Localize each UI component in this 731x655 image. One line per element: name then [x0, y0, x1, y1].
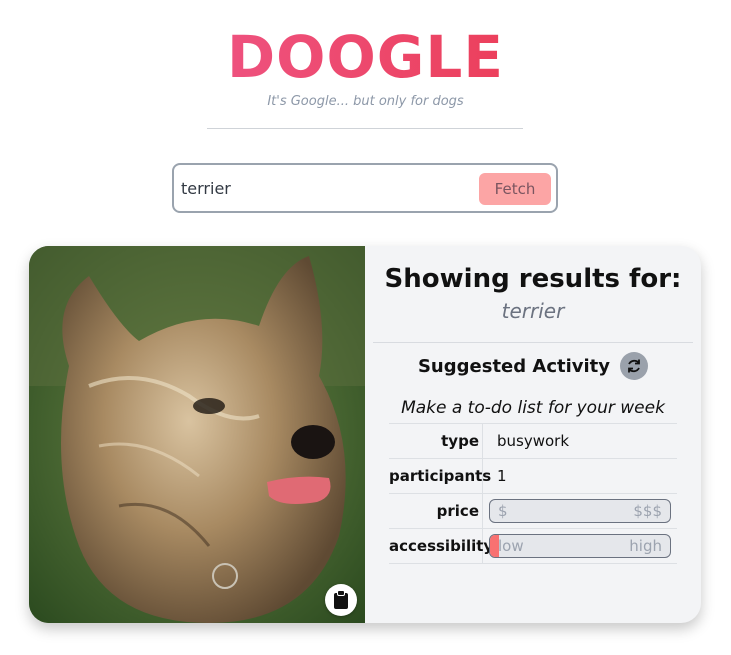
header-divider [207, 128, 523, 129]
refresh-button[interactable] [620, 352, 649, 380]
activity-row-price: price $ $$$ [389, 493, 677, 528]
results-heading: Showing results for: [384, 264, 682, 294]
row-key-type: type [389, 424, 483, 458]
tagline: It's Google... but only for dogs [267, 94, 464, 109]
copy-button[interactable] [325, 584, 357, 616]
activity-header: Suggested Activity [365, 351, 701, 381]
activity-description: Make a to-do list for your week [401, 398, 665, 418]
accessibility-low-label: low [498, 537, 524, 555]
row-value-type: busywork [497, 432, 570, 450]
row-key-price: price [389, 494, 483, 528]
activity-row-type: type busywork [389, 423, 677, 458]
result-info: Showing results for: terrier Suggested A… [365, 246, 701, 623]
price-high-label: $$$ [633, 502, 662, 520]
clipboard-icon [334, 590, 348, 609]
search-input[interactable] [181, 174, 471, 202]
fetch-button[interactable]: Fetch [479, 173, 551, 205]
activity-heading: Suggested Activity [417, 355, 611, 377]
activity-row-participants: participants 1 [389, 458, 677, 493]
refresh-icon [628, 359, 640, 373]
accessibility-meter: low high [489, 534, 671, 558]
row-key-participants: participants [389, 459, 491, 493]
results-divider [373, 342, 693, 343]
row-value-participants: 1 [497, 467, 507, 485]
row-key-accessibility: accessibility [389, 529, 493, 563]
dog-photo-illustration [29, 246, 365, 623]
accessibility-high-label: high [629, 537, 662, 555]
price-low-label: $ [498, 502, 508, 520]
price-meter: $ $$$ [489, 499, 671, 523]
activity-table: type busywork participants 1 price $ $$$… [389, 423, 677, 564]
dog-photo [29, 246, 365, 623]
search-bar: Fetch [172, 163, 558, 213]
app-logo: DOOGLE [0, 22, 731, 92]
activity-row-accessibility: accessibility low high [389, 528, 677, 564]
results-query: terrier [501, 299, 565, 323]
result-card: Showing results for: terrier Suggested A… [29, 246, 701, 623]
